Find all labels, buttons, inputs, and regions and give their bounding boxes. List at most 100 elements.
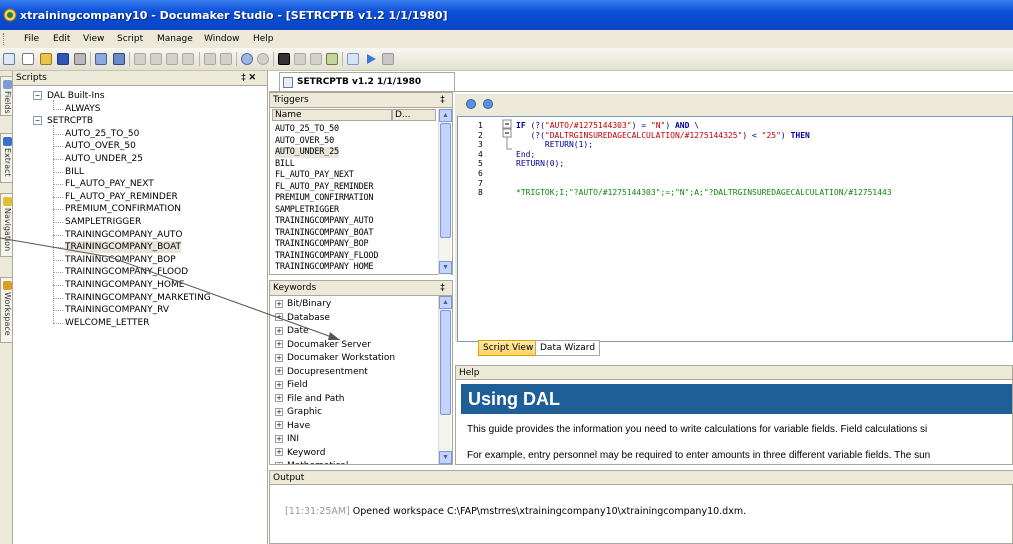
expand-icon[interactable]: + bbox=[275, 326, 283, 335]
tree-script-item[interactable]: BILL bbox=[65, 166, 84, 178]
expand-icon[interactable]: + bbox=[275, 421, 283, 429]
expand-icon[interactable]: + bbox=[275, 367, 283, 375]
pin-icon[interactable]: ‡ bbox=[440, 94, 445, 104]
redo-icon[interactable] bbox=[220, 53, 232, 65]
expand-icon[interactable]: + bbox=[275, 380, 283, 389]
keywords-scrollbar[interactable]: ▲ ▼ bbox=[438, 296, 452, 464]
find-next-icon[interactable] bbox=[294, 53, 306, 65]
replace-icon[interactable] bbox=[310, 53, 322, 65]
scroll-thumb[interactable] bbox=[440, 310, 451, 415]
check-icon[interactable] bbox=[326, 53, 338, 65]
tree-script-item[interactable]: FL_AUTO_PAY_NEXT bbox=[65, 178, 154, 190]
trigger-item[interactable]: AUTO_25_TO_50 bbox=[275, 124, 339, 135]
print-icon[interactable] bbox=[74, 53, 86, 65]
tab-workspace[interactable]: Workspace bbox=[0, 277, 13, 343]
scroll-up-button[interactable]: ▲ bbox=[439, 109, 452, 122]
expand-icon[interactable]: + bbox=[275, 461, 283, 464]
save-icon[interactable] bbox=[57, 53, 69, 65]
trigger-item[interactable]: TRAININGCOMPANY_AUTO bbox=[275, 216, 374, 227]
keyword-category[interactable]: + File and Path bbox=[275, 393, 345, 406]
menu-edit[interactable]: Edit bbox=[53, 34, 70, 44]
keyword-category[interactable]: + Bit/Binary bbox=[275, 298, 331, 311]
scroll-down-button[interactable]: ▼ bbox=[439, 261, 452, 274]
menu-window[interactable]: Window bbox=[204, 34, 240, 44]
trigger-item[interactable]: SAMPLETRIGGER bbox=[275, 205, 339, 216]
tab-data-wizard[interactable]: Data Wizard bbox=[535, 340, 601, 356]
expand-icon[interactable]: + bbox=[275, 340, 283, 348]
open-folder-icon[interactable] bbox=[40, 53, 52, 65]
tree-script-item[interactable]: ALWAYS bbox=[65, 103, 100, 115]
trigger-item[interactable]: AUTO_UNDER_25 bbox=[275, 147, 339, 158]
keyword-category[interactable]: + Have bbox=[275, 420, 310, 433]
menu-script[interactable]: Script bbox=[117, 34, 143, 44]
tree-script-item[interactable]: AUTO_OVER_50 bbox=[65, 140, 136, 152]
triggers-scrollbar[interactable]: ▲ ▼ bbox=[438, 109, 452, 275]
expand-icon[interactable]: + bbox=[275, 313, 283, 321]
keyword-category[interactable]: + Field bbox=[275, 379, 308, 392]
tree-script-item[interactable]: TRAININGCOMPANY_MARKETING bbox=[65, 292, 211, 304]
tree-script-item[interactable]: SAMPLETRIGGER bbox=[65, 216, 141, 228]
tree-script-item[interactable]: FL_AUTO_PAY_REMINDER bbox=[65, 191, 178, 203]
tree-script-item[interactable]: TRAININGCOMPANY_HOME bbox=[65, 279, 184, 291]
menu-view[interactable]: View bbox=[83, 34, 104, 44]
keyword-category[interactable]: + INI bbox=[275, 433, 299, 446]
find-icon[interactable] bbox=[278, 53, 290, 65]
scroll-down-button[interactable]: ▼ bbox=[439, 451, 452, 464]
tab-script-view[interactable]: Script View bbox=[478, 340, 539, 356]
tree-script-item[interactable]: TRAININGCOMPANY_BOAT bbox=[65, 241, 182, 254]
keyword-category[interactable]: + Docupresentment bbox=[275, 366, 368, 379]
compile-icon[interactable] bbox=[347, 53, 359, 65]
tree-script-item[interactable]: TRAININGCOMPANY_FLOOD bbox=[65, 266, 188, 278]
delete-icon[interactable] bbox=[182, 53, 194, 65]
keyword-category[interactable]: + Graphic bbox=[275, 406, 322, 419]
tree-expander-icon[interactable]: − bbox=[33, 91, 42, 100]
expand-icon[interactable]: + bbox=[275, 353, 283, 362]
stop-icon[interactable] bbox=[382, 53, 394, 65]
keyword-category[interactable]: + Documaker Server bbox=[275, 339, 371, 352]
tree-script-item[interactable]: TRAININGCOMPANY_AUTO bbox=[65, 229, 183, 241]
keyword-category[interactable]: + Database bbox=[275, 312, 330, 325]
tree-script-item[interactable]: AUTO_25_TO_50 bbox=[65, 128, 139, 140]
tree-script-item[interactable]: AUTO_UNDER_25 bbox=[65, 153, 143, 165]
tree-group-node[interactable]: DAL Built-Ins bbox=[47, 90, 105, 102]
tree-script-item[interactable]: WELCOME_LETTER bbox=[65, 317, 149, 329]
trigger-item[interactable]: TRAININGCOMPANY HOME bbox=[275, 262, 374, 273]
trigger-item[interactable]: FL_AUTO_PAY_REMINDER bbox=[275, 182, 374, 193]
run-icon[interactable] bbox=[365, 53, 377, 65]
keyword-category[interactable]: + Keyword bbox=[275, 447, 325, 460]
trigger-item[interactable]: TRAININGCOMPANY_BOP bbox=[275, 239, 369, 250]
expand-icon[interactable]: + bbox=[275, 434, 283, 443]
expand-icon[interactable]: + bbox=[275, 407, 283, 416]
preview-icon[interactable] bbox=[95, 53, 107, 65]
tree-script-item[interactable]: TRAININGCOMPANY_BOP bbox=[65, 254, 176, 266]
column-desc-header[interactable]: D... bbox=[392, 109, 436, 121]
pin-icon[interactable]: ‡ bbox=[440, 282, 445, 292]
paste-icon[interactable] bbox=[166, 53, 178, 65]
pin-close-icon[interactable]: ‡ ✕ bbox=[241, 72, 256, 83]
expand-icon[interactable]: + bbox=[275, 448, 283, 456]
undo-icon[interactable] bbox=[204, 53, 216, 65]
keyword-category[interactable]: + Documaker Workstation bbox=[275, 352, 395, 365]
column-name-header[interactable]: Name bbox=[272, 109, 392, 121]
scroll-up-button[interactable]: ▲ bbox=[439, 296, 452, 309]
zoom-in-icon[interactable] bbox=[241, 53, 253, 65]
scroll-thumb[interactable] bbox=[440, 123, 451, 238]
trigger-item[interactable]: AUTO_OVER_50 bbox=[275, 136, 334, 147]
form-icon[interactable] bbox=[113, 53, 125, 65]
trigger-item[interactable]: TRAININGCOMPANY_BOAT bbox=[275, 228, 374, 239]
tab-navigation[interactable]: Navigation bbox=[0, 193, 13, 257]
trigger-item[interactable]: TRAININGCOMPANY_FLOOD bbox=[275, 251, 378, 262]
tree-script-item[interactable]: TRAININGCOMPANY_RV bbox=[65, 304, 169, 316]
document-tab[interactable]: SETRCPTB v1.2 1/1/1980 bbox=[279, 72, 455, 91]
menu-manage[interactable]: Manage bbox=[157, 34, 193, 44]
copy-icon[interactable] bbox=[150, 53, 162, 65]
trigger-item[interactable]: FL_AUTO_PAY_NEXT bbox=[275, 170, 354, 181]
tab-fields[interactable]: Fields bbox=[0, 76, 13, 116]
cut-icon[interactable] bbox=[134, 53, 146, 65]
menu-help[interactable]: Help bbox=[253, 34, 274, 44]
code-editor[interactable]: 12345678 IF (?("AUTO/#1275144303") = "N"… bbox=[457, 116, 1013, 342]
trigger-item[interactable]: PREMIUM_CONFIRMATION bbox=[275, 193, 374, 204]
menu-file[interactable]: File bbox=[24, 34, 39, 44]
window-layout-icon[interactable] bbox=[3, 53, 15, 65]
new-file-icon[interactable] bbox=[22, 53, 34, 65]
